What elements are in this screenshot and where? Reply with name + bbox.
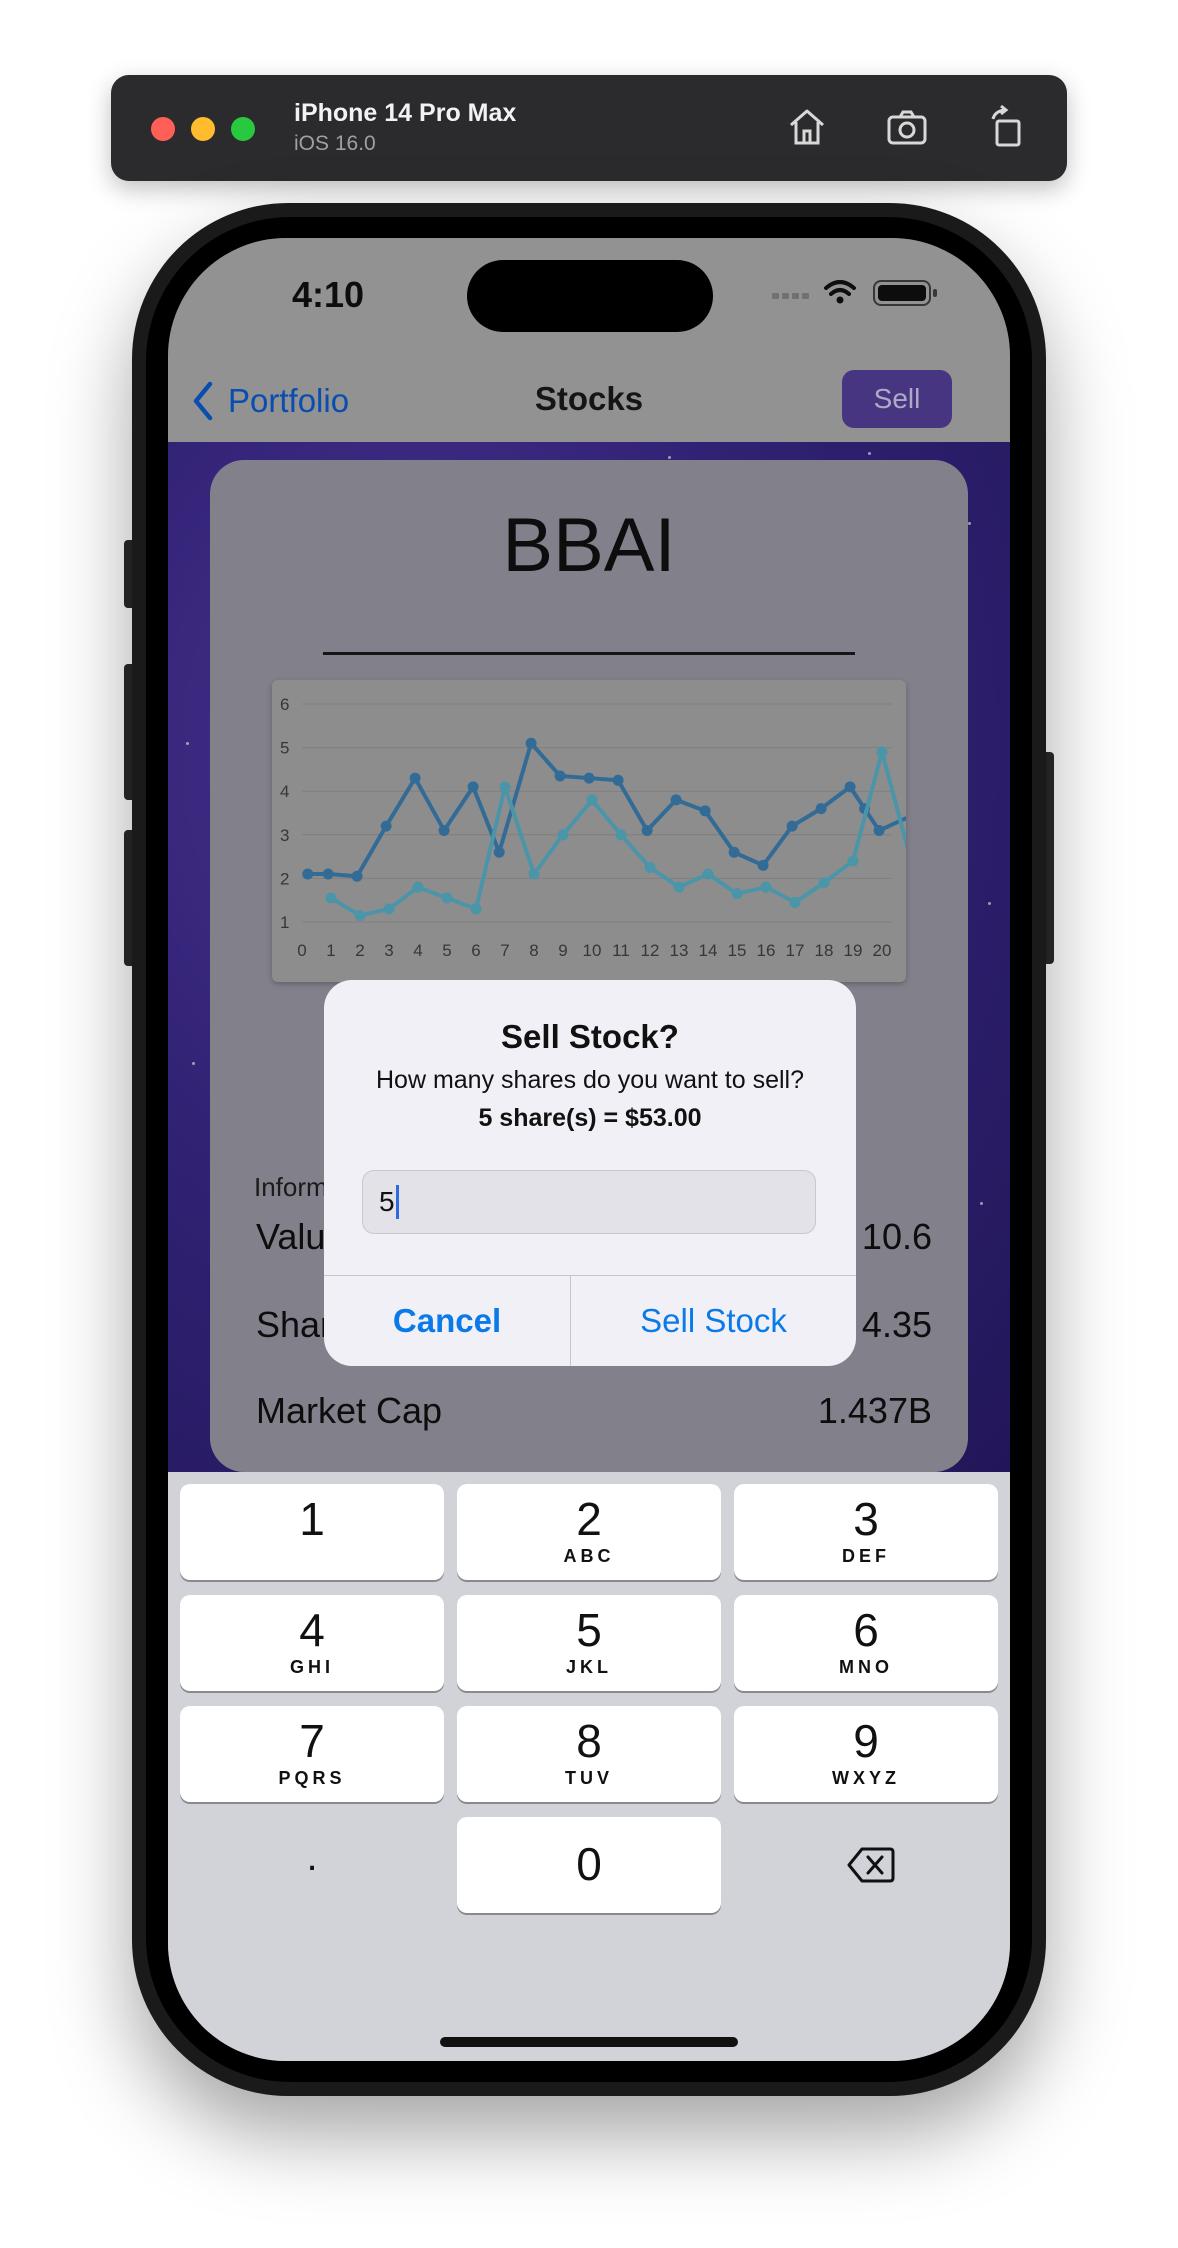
key-7[interactable]: 7 PQRS (180, 1706, 444, 1802)
simulator-toolbar: iPhone 14 Pro Max iOS 16.0 (111, 75, 1067, 181)
shares-input[interactable]: 5 (362, 1170, 816, 1234)
key-digit: 8 (576, 1715, 602, 1767)
key-digit: 6 (853, 1604, 879, 1656)
close-window-button[interactable] (151, 117, 175, 141)
text-caret (395, 1185, 399, 1219)
backspace-icon (847, 1847, 895, 1883)
key-8[interactable]: 8 TUV (457, 1706, 721, 1802)
phone-screen: 4:10 Portfolio Stocks Sell BBAI 1 2 3 4 … (168, 238, 1010, 2061)
screenshot-icon[interactable] (883, 103, 931, 151)
key-digit: 1 (299, 1493, 325, 1545)
home-icon[interactable] (783, 103, 831, 151)
rotate-icon[interactable] (983, 103, 1031, 151)
key-2[interactable]: 2 ABC (457, 1484, 721, 1580)
key-3[interactable]: 3 DEF (734, 1484, 998, 1580)
decimal-label: . (306, 1835, 318, 1879)
key-digit: 5 (576, 1604, 602, 1656)
alert-title: Sell Stock? (501, 1018, 679, 1055)
key-letters: GHI (289, 1657, 334, 1677)
cancel-button[interactable]: Cancel (324, 1276, 570, 1366)
key-digit: 2 (576, 1493, 602, 1545)
key-letters: WXYZ (832, 1768, 900, 1788)
key-letters: DEF (842, 1546, 890, 1566)
key-0[interactable]: 0 (457, 1817, 721, 1913)
key-digit: 0 (576, 1838, 602, 1890)
zoom-window-button[interactable] (231, 117, 255, 141)
key-5[interactable]: 5 JKL (457, 1595, 721, 1691)
key-letters: ABC (563, 1546, 615, 1566)
key-delete[interactable] (734, 1817, 998, 1913)
key-letters: MNO (839, 1657, 893, 1677)
os-version: iOS 16.0 (294, 132, 376, 155)
key-1[interactable]: 1 (180, 1484, 444, 1580)
sell-stock-alert: Sell Stock? How many shares do you want … (324, 980, 856, 1366)
key-letters: JKL (565, 1657, 612, 1677)
key-digit: 7 (299, 1715, 325, 1767)
key-decimal[interactable]: . (180, 1817, 444, 1913)
shares-input-value: 5 (379, 1186, 395, 1217)
device-name: iPhone 14 Pro Max (294, 99, 517, 127)
key-letters: PQRS (278, 1768, 346, 1788)
home-indicator (440, 2037, 738, 2047)
minimize-window-button[interactable] (191, 117, 215, 141)
alert-detail: 5 share(s) = $53.00 (478, 1104, 702, 1132)
alert-message: How many shares do you want to sell? (376, 1066, 804, 1094)
key-digit: 3 (853, 1493, 879, 1545)
key-4[interactable]: 4 GHI (180, 1595, 444, 1691)
key-digit: 9 (853, 1715, 879, 1767)
number-keypad: 1 2 ABC 3 DEF 4 GHI 5 JKL 6 MNO 7 PQRS 8 (168, 1472, 1010, 2061)
key-9[interactable]: 9 WXYZ (734, 1706, 998, 1802)
key-6[interactable]: 6 MNO (734, 1595, 998, 1691)
key-digit: 4 (299, 1604, 325, 1656)
key-letters: TUV (565, 1768, 613, 1788)
sell-stock-button[interactable]: Sell Stock (571, 1276, 856, 1366)
